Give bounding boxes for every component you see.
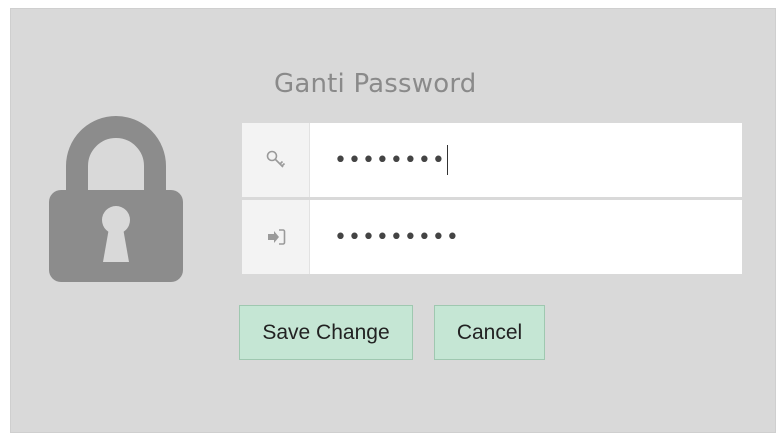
save-change-button[interactable]: Save Change	[239, 305, 413, 360]
new-password-value: •••••••••	[334, 224, 460, 250]
new-password-input[interactable]: •••••••••	[334, 200, 460, 274]
key-icon	[242, 123, 310, 197]
old-password-field[interactable]: ••••••••	[242, 123, 742, 197]
new-password-field[interactable]: •••••••••	[242, 200, 742, 274]
old-password-value: ••••••••	[334, 147, 446, 173]
text-caret	[446, 145, 448, 175]
cancel-button[interactable]: Cancel	[434, 305, 545, 360]
lock-icon	[49, 116, 183, 282]
old-password-input[interactable]: ••••••••	[334, 123, 448, 197]
change-password-panel: Ganti Password •••••••• ••••••••• Save C…	[10, 8, 776, 433]
form-title: Ganti Password	[274, 69, 477, 99]
sign-in-icon	[242, 200, 310, 274]
